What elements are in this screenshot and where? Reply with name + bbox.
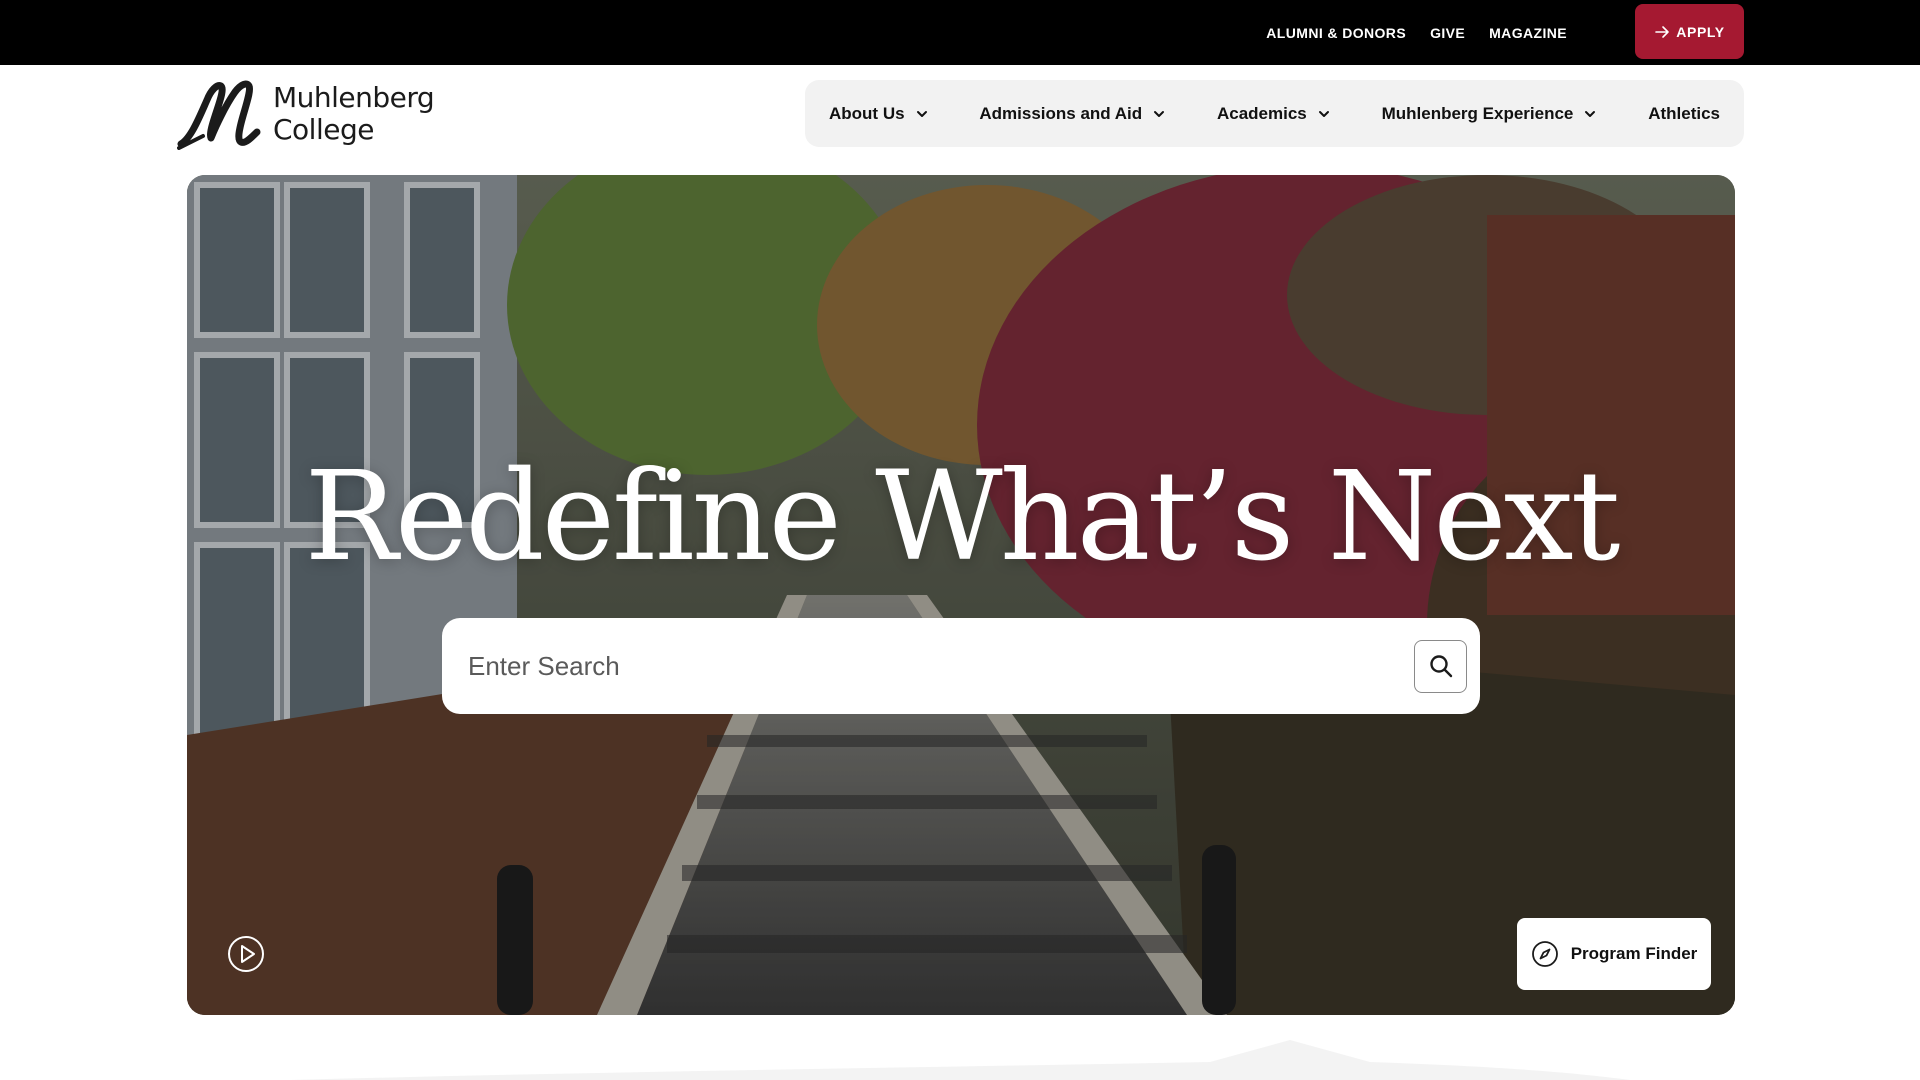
utility-link-alumni-donors[interactable]: ALUMNI & DONORS	[1266, 25, 1406, 41]
program-finder-label: Program Finder	[1570, 944, 1698, 963]
utility-bar: ALUMNI & DONORS GIVE MAGAZINE APPLY	[0, 0, 1920, 65]
apply-button[interactable]: APPLY	[1635, 4, 1744, 59]
utility-link-give[interactable]: GIVE	[1430, 25, 1465, 41]
utility-link-magazine[interactable]: MAGAZINE	[1489, 25, 1567, 41]
logo-line-1: Muhlenberg	[273, 81, 435, 114]
search-box	[442, 618, 1480, 714]
hero-overlay	[187, 175, 1735, 1015]
main-nav: About Us Admissions and Aid Academics Mu…	[805, 80, 1744, 147]
chevron-down-icon	[1585, 110, 1596, 117]
search-icon	[1429, 655, 1452, 678]
nav-item-label: Athletics	[1648, 103, 1720, 123]
nav-item-admissions-and-aid[interactable]: Admissions and Aid	[979, 104, 1166, 124]
play-icon[interactable]	[227, 935, 265, 973]
nav-item-academics[interactable]: Academics	[1217, 104, 1331, 124]
nav-item-muhlenberg-experience[interactable]: Muhlenberg Experience	[1382, 104, 1598, 124]
nav-item-label: Academics	[1216, 103, 1307, 123]
apply-label: APPLY	[1676, 23, 1725, 40]
chevron-down-icon	[1318, 110, 1329, 117]
utility-links: ALUMNI & DONORS GIVE MAGAZINE	[1266, 0, 1567, 65]
nav-item-label: Muhlenberg Experience	[1381, 103, 1574, 123]
logo-m-mark	[177, 80, 261, 150]
program-finder-button[interactable]: Program Finder	[1517, 918, 1711, 990]
arrow-right-icon	[1655, 25, 1670, 38]
chevron-down-icon	[1154, 110, 1165, 117]
section-divider-decoration	[290, 1040, 1630, 1080]
nav-item-about-us[interactable]: About Us	[829, 104, 929, 124]
nav-item-athletics[interactable]: Athletics	[1648, 104, 1720, 124]
search-button[interactable]	[1414, 639, 1467, 693]
chevron-down-icon	[916, 110, 927, 117]
hero-section: Redefine What’s Next Program Finder	[187, 175, 1735, 1015]
nav-item-label: About Us	[829, 103, 905, 123]
compass-icon	[1531, 941, 1558, 967]
logo-wordmark: Muhlenberg College	[273, 81, 435, 146]
college-logo[interactable]: Muhlenberg College	[177, 78, 447, 150]
search-input[interactable]	[468, 650, 1414, 682]
logo-line-2: College	[273, 113, 374, 146]
nav-item-label: Admissions and Aid	[979, 103, 1143, 123]
hero-title: Redefine What’s Next	[304, 445, 1621, 589]
